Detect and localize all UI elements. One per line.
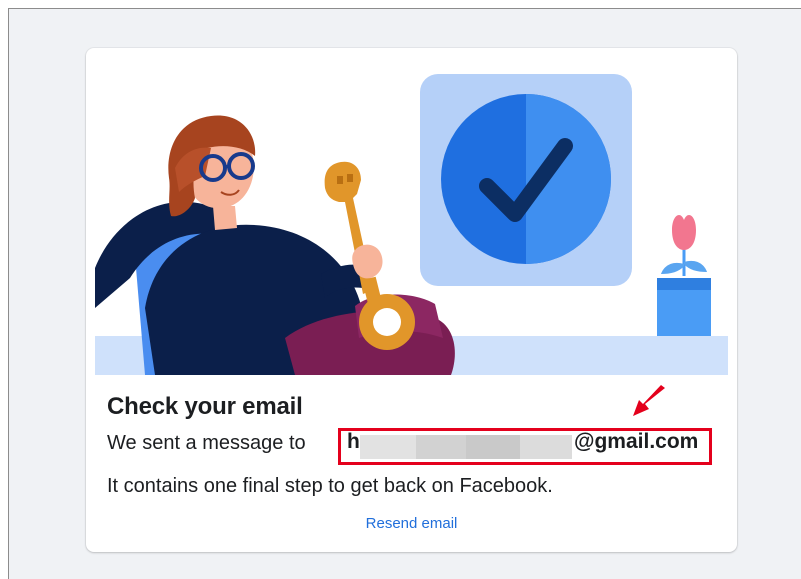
red-arrow-icon: [633, 385, 665, 416]
recovery-instructions: It contains one final step to get back o…: [107, 475, 553, 497]
check-email-card: Check your email We sent a message to h …: [86, 48, 737, 552]
email-highlight-box: [338, 428, 712, 465]
page-title: Check your email: [107, 393, 303, 420]
key-recovery-illustration: [95, 74, 728, 375]
resend-email-link[interactable]: Resend email: [86, 515, 737, 532]
message-prefix: We sent a message to: [107, 432, 306, 454]
